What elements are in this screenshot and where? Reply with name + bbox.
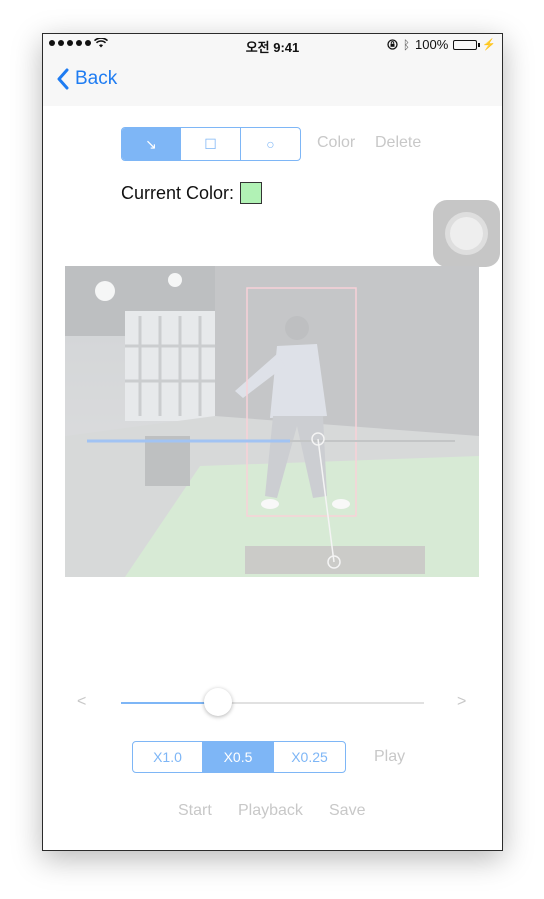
back-label: Back	[75, 68, 118, 89]
chevron-left-icon	[57, 68, 69, 90]
next-frame-button[interactable]: >	[457, 693, 466, 711]
navigation-bar: Back	[43, 56, 502, 106]
status-right: ᛒ 100% ⚡	[387, 37, 496, 52]
bluetooth-icon: ᛒ	[402, 37, 411, 52]
video-dim-overlay	[65, 266, 479, 577]
tool-square[interactable]: ☐	[181, 128, 241, 160]
circle-icon: ○	[266, 136, 275, 152]
previous-frame-button[interactable]: <	[77, 693, 86, 711]
speed-x1[interactable]: X1.0	[133, 742, 203, 772]
timeline-thumb[interactable]	[203, 688, 232, 716]
color-button[interactable]: Color	[317, 134, 355, 152]
current-color-label: Current Color:	[121, 182, 235, 203]
assistive-touch-button[interactable]	[433, 200, 500, 267]
current-color: Current Color:	[121, 182, 263, 204]
battery-icon	[453, 39, 481, 50]
start-button[interactable]: Start	[178, 802, 212, 820]
draw-tool-selector: ↘ ☐ ○	[121, 127, 301, 161]
current-color-swatch[interactable]	[240, 182, 263, 204]
playback-button[interactable]: Playback	[238, 802, 303, 820]
play-button[interactable]: Play	[374, 748, 405, 766]
assistive-touch-core	[450, 217, 483, 250]
speed-x025[interactable]: X0.25	[274, 742, 345, 772]
orientation-lock-icon	[387, 39, 398, 50]
square-icon: ☐	[204, 135, 217, 152]
save-button[interactable]: Save	[329, 802, 365, 820]
arrow-icon: ↘	[145, 135, 157, 152]
tool-arrow[interactable]: ↘	[122, 128, 181, 160]
swing-video[interactable]	[65, 266, 479, 577]
tool-circle[interactable]: ○	[241, 128, 300, 160]
status-bar: 오전 9:41 ᛒ 100% ⚡	[43, 34, 502, 56]
delete-button[interactable]: Delete	[375, 134, 421, 152]
timeline-slider[interactable]	[121, 688, 424, 716]
app-screen: 오전 9:41 ᛒ 100% ⚡ Back ↘ ☐ ○ Color Delete…	[42, 33, 503, 851]
back-button[interactable]: Back	[57, 68, 117, 90]
speed-x05[interactable]: X0.5	[203, 742, 274, 772]
battery-percent: 100%	[415, 37, 449, 52]
charging-icon: ⚡	[482, 39, 496, 51]
speed-selector: X1.0 X0.5 X0.25	[132, 741, 346, 773]
